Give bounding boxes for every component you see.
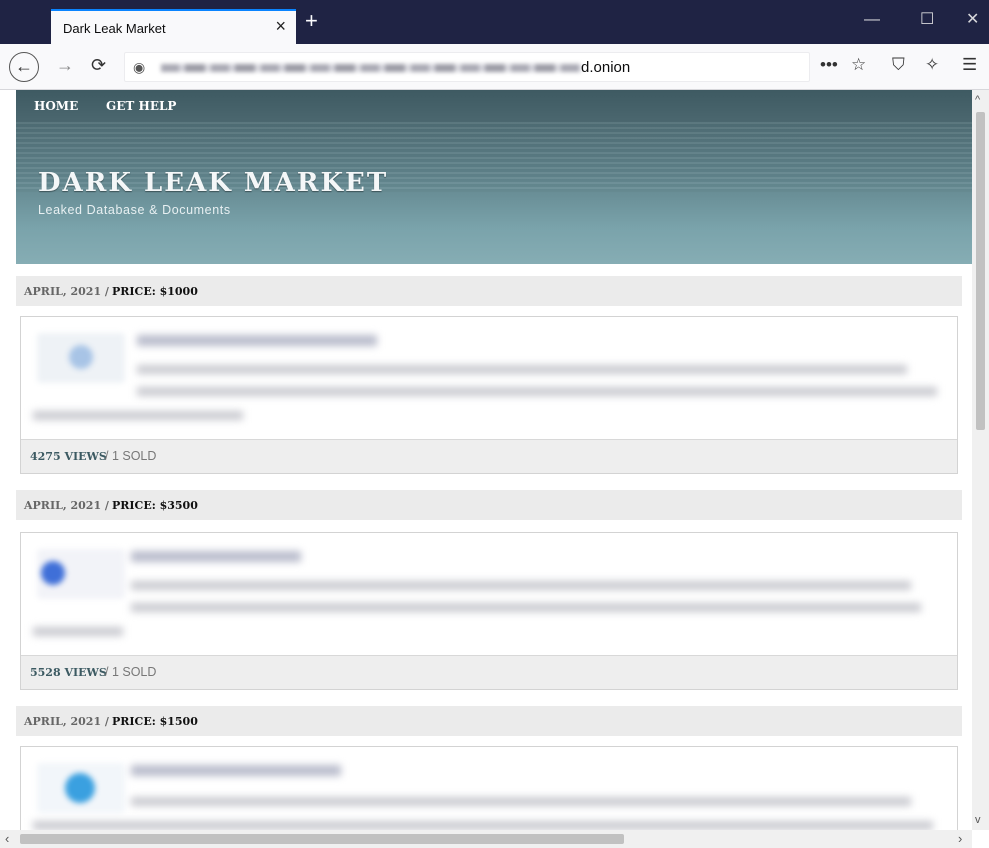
reload-button[interactable]: ⟳ [91, 55, 106, 75]
tab-title: Dark Leak Market [63, 21, 166, 36]
listing-date: APRIL, 2021 / [24, 499, 109, 512]
browser-toolbar: ← → ⟳ ◉ d.onion ••• ☆ ⛉ ✧ ☰ [0, 44, 989, 90]
window-close-button[interactable]: ✕ [966, 12, 979, 28]
listing-date: APRIL, 2021 / [24, 285, 109, 298]
listing-header: APRIL, 2021 / PRICE: $1500 [16, 706, 962, 736]
listing-text-redacted [33, 627, 123, 636]
nav-get-help-link[interactable]: GET HELP [106, 99, 176, 113]
url-text: d.onion [581, 59, 631, 76]
listing-card[interactable]: 5528 VIEWS / 1 SOLD [20, 532, 958, 690]
listing-text-redacted [131, 797, 911, 806]
browser-tab-active[interactable]: Dark Leak Market × [51, 9, 296, 44]
url-bar[interactable]: ◉ d.onion [124, 52, 810, 82]
browser-titlebar: Dark Leak Market × + — ☐ ✕ [0, 0, 989, 44]
vertical-scroll-thumb[interactable] [976, 112, 985, 430]
horizontal-scroll-thumb[interactable] [20, 834, 624, 844]
shield-icon[interactable]: ⛉ [892, 56, 905, 74]
listing-body-redacted [21, 533, 957, 657]
listing-title-redacted [131, 551, 301, 562]
listing-body-redacted [21, 317, 957, 441]
listing-text-redacted [137, 365, 907, 374]
listing-text-redacted [33, 411, 243, 420]
listing-body-redacted [21, 747, 957, 830]
listing-stats: 4275 VIEWS / 1 SOLD [21, 439, 957, 473]
menu-icon[interactable]: ☰ [962, 56, 977, 74]
listing-price: PRICE: $1000 [112, 285, 198, 298]
nav-home-link[interactable]: HOME [34, 99, 78, 113]
tor-circuit-icon[interactable]: ✧ [925, 56, 939, 74]
listing-title-redacted [131, 765, 341, 776]
back-button[interactable]: ← [9, 52, 39, 82]
listing-logo-icon [41, 561, 65, 585]
listing-stats: 5528 VIEWS / 1 SOLD [21, 655, 957, 689]
scroll-down-icon[interactable]: v [975, 814, 981, 826]
listing-views: 4275 VIEWS [30, 450, 107, 463]
onion-site-icon: ◉ [133, 59, 146, 75]
listing-title-redacted [137, 335, 377, 346]
forward-button[interactable]: → [56, 55, 74, 75]
arrow-left-icon: ← [15, 56, 33, 76]
listing-text-redacted [131, 581, 911, 590]
listing-text-redacted [33, 821, 933, 830]
listing-sold: / 1 SOLD [105, 665, 157, 679]
site-title: DARK LEAK MARKET [38, 168, 389, 198]
listing-header: APRIL, 2021 / PRICE: $3500 [16, 490, 962, 520]
listing-text-redacted [131, 603, 921, 612]
listing-text-redacted [137, 387, 937, 396]
vertical-scrollbar[interactable]: ^ v [972, 90, 989, 830]
tab-close-icon[interactable]: × [275, 17, 286, 35]
listing-price: PRICE: $1500 [112, 715, 198, 728]
new-tab-button[interactable]: + [305, 10, 318, 32]
site-header: DARK LEAK MARKET Leaked Database & Docum… [16, 122, 972, 264]
listing-sold: / 1 SOLD [105, 449, 157, 463]
listing-logo-icon [69, 345, 93, 369]
listing-header: APRIL, 2021 / PRICE: $1000 [16, 276, 962, 306]
minimize-button[interactable]: — [864, 12, 880, 28]
horizontal-scrollbar[interactable]: ‹ › [0, 830, 972, 848]
listing-views: 5528 VIEWS [30, 666, 107, 679]
bookmark-star-icon[interactable]: ☆ [851, 56, 866, 74]
scroll-left-icon[interactable]: ‹ [5, 831, 9, 846]
page-viewport: HOME GET HELP DARK LEAK MARKET Leaked Da… [0, 90, 972, 830]
listing-price: PRICE: $3500 [112, 499, 198, 512]
site-nav: HOME GET HELP [16, 90, 972, 122]
url-redacted [161, 64, 581, 72]
scroll-up-icon[interactable]: ^ [975, 94, 980, 106]
site-subtitle: Leaked Database & Documents [38, 203, 231, 217]
listing-card[interactable] [20, 746, 958, 830]
listing-card[interactable]: 4275 VIEWS / 1 SOLD [20, 316, 958, 474]
listing-logo-icon [65, 773, 95, 803]
listing-date: APRIL, 2021 / [24, 715, 109, 728]
maximize-button[interactable]: ☐ [920, 12, 934, 28]
scroll-right-icon[interactable]: › [958, 831, 962, 846]
page-actions-icon[interactable]: ••• [820, 56, 838, 74]
